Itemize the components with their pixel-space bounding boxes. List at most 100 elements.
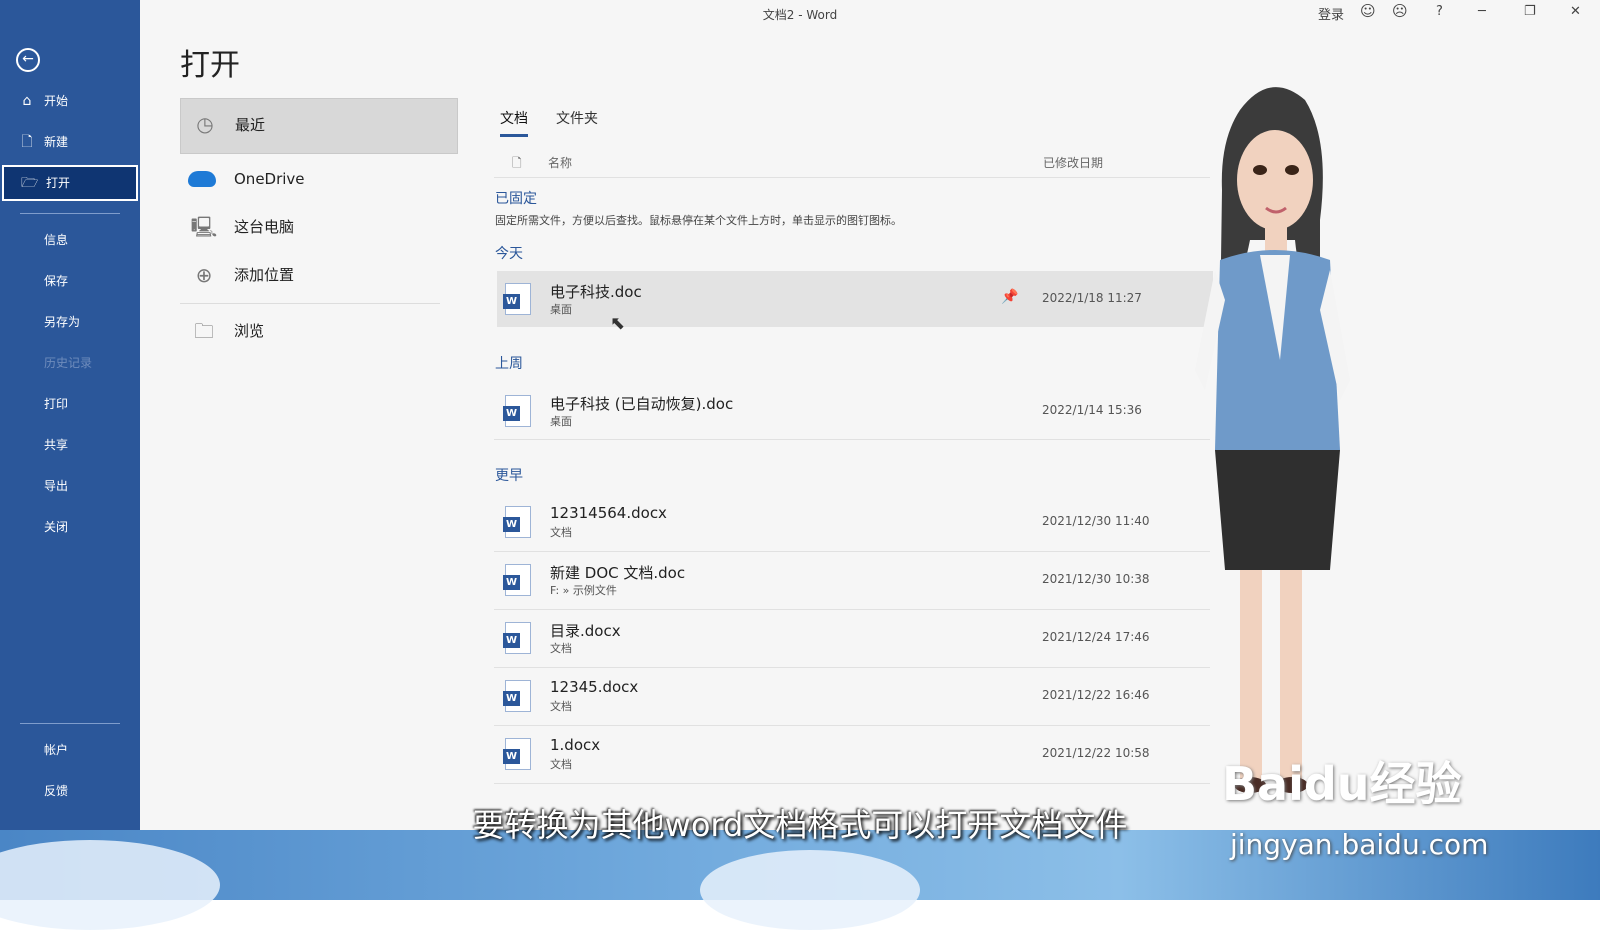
globe-plus-icon: ⊕ xyxy=(195,263,213,287)
file-name: 1.docx xyxy=(550,736,601,754)
smile-icon[interactable]: ☺ xyxy=(1360,2,1376,20)
pinned-note: 固定所需文件，方便以后查找。鼠标悬停在某个文件上方时，单击显示的图钉图标。 xyxy=(495,214,902,227)
clock-icon: ◷ xyxy=(196,112,214,136)
word-file-icon: W xyxy=(503,738,531,770)
location-onedrive[interactable]: OneDrive xyxy=(180,154,458,204)
location-this-pc[interactable]: 🖳 这台电脑 xyxy=(180,202,458,252)
header-divider xyxy=(494,177,1210,178)
folder-icon: 🗀 xyxy=(194,319,214,343)
file-type-icon: 🗋 xyxy=(512,156,522,170)
mouse-cursor-icon: ⬉ xyxy=(610,313,626,334)
nav-close[interactable]: 关闭 xyxy=(0,509,140,545)
tab-folders[interactable]: 文件夹 xyxy=(556,108,598,134)
nav-label: 新建 xyxy=(44,135,69,149)
baidu-watermark: Baidu经验 xyxy=(1222,757,1462,811)
file-date: 2021/12/24 17:46 xyxy=(1042,630,1150,644)
location-label: 这台电脑 xyxy=(234,218,295,236)
cloud-decoration xyxy=(700,850,920,930)
word-file-icon: W xyxy=(503,283,531,315)
location-label: 浏览 xyxy=(234,322,265,340)
cloud-decoration xyxy=(0,840,220,930)
new-document-icon: 🗋 xyxy=(21,134,33,150)
location-add-place[interactable]: ⊕ 添加位置 xyxy=(180,250,458,300)
file-row[interactable]: W 12345.docx 文档 2021/12/22 16:46 xyxy=(497,668,1213,724)
location-divider xyxy=(180,303,440,304)
frown-icon[interactable]: ☹ xyxy=(1392,2,1408,20)
file-date: 2022/1/18 11:27 xyxy=(1042,291,1142,305)
group-earlier: 更早 xyxy=(495,468,523,484)
file-row[interactable]: W 目录.docx 文档 2021/12/24 17:46 xyxy=(497,610,1213,666)
file-row[interactable]: W 新建 DOC 文档.doc F: » 示例文件 2021/12/30 10:… xyxy=(497,552,1213,608)
file-location: 文档 xyxy=(550,758,572,771)
login-link[interactable]: 登录 xyxy=(1318,4,1344,23)
word-backstage: 文档2 - Word 登录 ☺ ☹ ? ─ ❐ ✕ ← ⌂ 开始 🗋 新建 🗁 打开 … xyxy=(0,0,1600,830)
file-date: 2021/12/22 10:58 xyxy=(1042,746,1150,760)
file-date: 2022/1/14 15:36 xyxy=(1042,403,1142,417)
nav-share[interactable]: 共享 xyxy=(0,427,140,463)
row-divider xyxy=(494,783,1210,784)
file-location: F: » 示例文件 xyxy=(550,584,617,597)
nav-open[interactable]: 🗁 打开 xyxy=(2,165,138,201)
file-location: 文档 xyxy=(550,526,572,539)
word-file-icon: W xyxy=(503,680,531,712)
baidu-watermark-url: jingyan.baidu.com xyxy=(1230,828,1489,861)
word-file-icon: W xyxy=(503,506,531,538)
word-file-icon: W xyxy=(503,622,531,654)
row-divider xyxy=(494,439,1210,440)
location-label: 最近 xyxy=(235,116,266,134)
file-location: 文档 xyxy=(550,700,572,713)
nav-print[interactable]: 打印 xyxy=(0,386,140,422)
file-date: 2021/12/30 11:40 xyxy=(1042,514,1150,528)
nav-export[interactable]: 导出 xyxy=(0,468,140,504)
column-name[interactable]: 名称 xyxy=(548,154,572,171)
group-today: 今天 xyxy=(495,246,523,262)
file-name: 12314564.docx xyxy=(550,504,667,522)
location-label: 添加位置 xyxy=(234,266,295,284)
nav-label: 开始 xyxy=(44,94,69,108)
tab-documents[interactable]: 文档 xyxy=(500,108,528,137)
file-date: 2021/12/30 10:38 xyxy=(1042,572,1150,586)
file-location: 文档 xyxy=(550,642,572,655)
file-date: 2021/12/22 16:46 xyxy=(1042,688,1150,702)
file-name: 新建 DOC 文档.doc xyxy=(550,564,686,582)
nav-divider xyxy=(20,213,120,214)
location-label: OneDrive xyxy=(234,170,305,188)
nav-divider xyxy=(20,723,120,724)
nav-account[interactable]: 帐户 xyxy=(0,732,140,768)
file-row[interactable]: W 12314564.docx 文档 2021/12/30 11:40 xyxy=(497,494,1213,550)
nav-label: 打开 xyxy=(46,176,71,190)
home-icon: ⌂ xyxy=(22,93,32,109)
nav-info[interactable]: 信息 xyxy=(0,222,140,258)
restore-button[interactable]: ❐ xyxy=(1524,4,1536,19)
back-arrow-icon[interactable]: ← xyxy=(16,48,40,72)
group-pinned: 已固定 xyxy=(495,191,537,207)
nav-home[interactable]: ⌂ 开始 xyxy=(0,83,140,119)
minimize-button[interactable]: ─ xyxy=(1478,4,1486,19)
open-folder-icon: 🗁 xyxy=(21,175,39,191)
file-location: 桌面 xyxy=(550,303,572,316)
location-recent[interactable]: ◷ 最近 xyxy=(180,98,458,154)
page-title: 打开 xyxy=(180,48,240,83)
nav-history: 历史记录 xyxy=(44,356,93,370)
cloud-icon xyxy=(188,171,216,187)
location-browse[interactable]: 🗀 浏览 xyxy=(180,306,458,356)
word-file-icon: W xyxy=(503,564,531,596)
close-button[interactable]: ✕ xyxy=(1570,4,1581,19)
file-name: 12345.docx xyxy=(550,678,639,696)
file-row[interactable]: W 电子科技 (已自动恢复).doc 桌面 2022/1/14 15:36 xyxy=(497,383,1213,439)
file-location: 桌面 xyxy=(550,415,572,428)
nav-new[interactable]: 🗋 新建 xyxy=(0,124,140,160)
file-name: 电子科技 (已自动恢复).doc xyxy=(550,395,734,413)
computer-icon: 🖳 xyxy=(190,215,218,239)
word-file-icon: W xyxy=(503,395,531,427)
file-row[interactable]: W 1.docx 文档 2021/12/22 10:58 xyxy=(497,726,1213,782)
nav-save-as[interactable]: 另存为 xyxy=(0,304,140,340)
backstage-sidebar: ← ⌂ 开始 🗋 新建 🗁 打开 信息 保存 另存为 历史记录 打印 共享 导出 关闭… xyxy=(0,0,140,830)
nav-save[interactable]: 保存 xyxy=(0,263,140,299)
column-modified[interactable]: 已修改日期 xyxy=(1043,154,1103,171)
help-button[interactable]: ? xyxy=(1436,4,1443,19)
file-name: 电子科技.doc xyxy=(550,283,642,301)
pin-icon[interactable]: 📌 xyxy=(1001,289,1018,305)
group-last-week: 上周 xyxy=(495,356,523,372)
file-row[interactable]: W 电子科技.doc 桌面 📌 2022/1/18 11:27 xyxy=(497,271,1213,327)
